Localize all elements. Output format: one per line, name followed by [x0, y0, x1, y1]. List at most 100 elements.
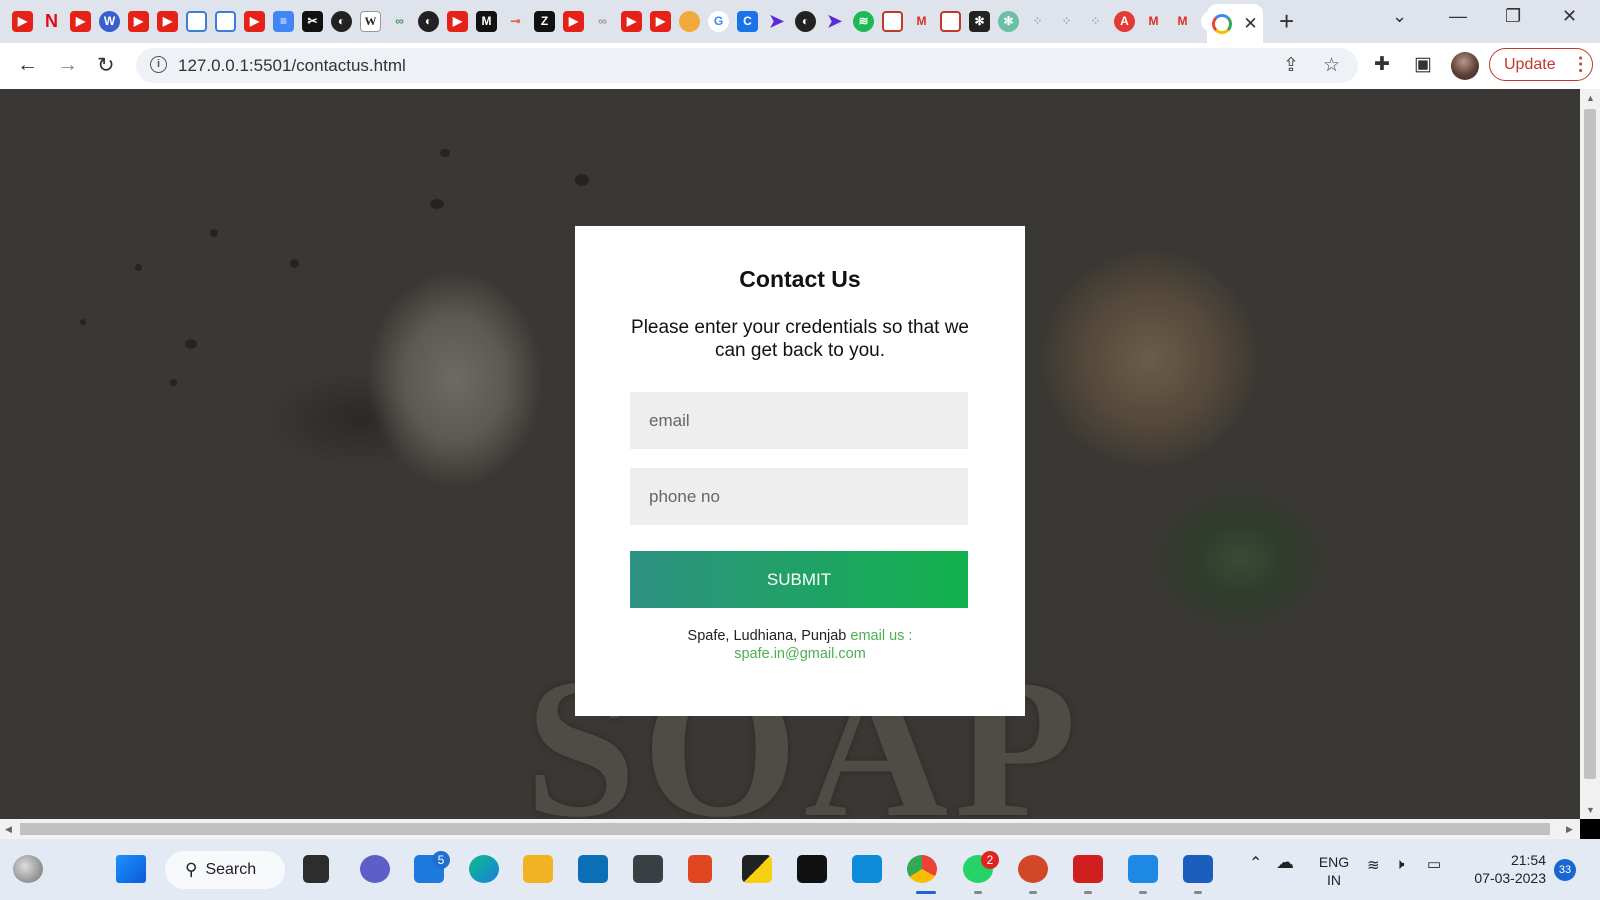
command-prompt-icon[interactable] [797, 855, 827, 883]
youtube-tab-icon[interactable]: ▶ [128, 10, 149, 32]
spotify-tab-icon[interactable]: ≋ [853, 10, 874, 32]
wordpress-tab-icon[interactable]: W [99, 10, 120, 32]
youtube-tab-icon[interactable]: ▶ [563, 10, 584, 32]
word-icon[interactable] [1183, 855, 1213, 883]
show-hidden-icons-chevron-icon[interactable]: ⌃ [1249, 855, 1262, 873]
share-icon[interactable]: ⇪ [1283, 54, 1299, 77]
bookmark-star-icon[interactable]: ☆ [1323, 54, 1340, 77]
onedrive-cloud-icon[interactable]: ☁ [1276, 853, 1294, 871]
back-icon[interactable]: ← [17, 53, 38, 77]
youtube-tab-icon[interactable]: ▶ [447, 10, 468, 32]
globe-tab-icon[interactable]: ◐ [331, 10, 352, 32]
profile-avatar[interactable] [1451, 52, 1479, 80]
windows-start-icon[interactable] [116, 855, 146, 883]
new-tab-icon[interactable]: + [1279, 6, 1294, 37]
dots-tab-icon[interactable]: ⁘ [1085, 11, 1106, 32]
youtube-tab-icon[interactable]: ▶ [621, 10, 642, 32]
sticky-notes-icon[interactable] [742, 855, 772, 883]
office-icon[interactable] [688, 855, 712, 883]
system-clock[interactable]: 21:54 07-03-2023 [1466, 851, 1546, 887]
address-bar[interactable]: i 127.0.0.1:5501/contactus.html ⇪ ☆ [136, 48, 1358, 83]
speaker-muted-icon[interactable]: 🕨 [1395, 856, 1404, 874]
infinity-tab-icon[interactable]: ∞ [592, 11, 613, 32]
file-explorer-icon[interactable] [523, 855, 553, 883]
zed-tab-icon[interactable]: Z [534, 10, 555, 32]
openai-tab-icon[interactable]: ✻ [969, 10, 990, 32]
powerpoint-icon[interactable] [1018, 855, 1048, 883]
arrow-tab-icon[interactable]: ➤ [766, 11, 787, 32]
acrobat-icon[interactable] [1073, 855, 1103, 883]
submit-button[interactable]: SUBMIT [630, 551, 968, 608]
scroll-left-arrow-icon[interactable]: ◀ [5, 824, 12, 835]
update-button[interactable]: Update ⋮ [1489, 48, 1593, 81]
medium-tab-icon[interactable]: M [476, 10, 497, 32]
widgets-icon[interactable] [13, 855, 43, 883]
codeforces-tab-icon[interactable]: A [1114, 10, 1135, 32]
edge-icon[interactable] [469, 855, 499, 883]
netflix-tab-icon[interactable]: N [41, 11, 62, 32]
c-tab-icon[interactable]: C [737, 10, 758, 32]
url-text[interactable]: 127.0.0.1:5501/contactus.html [178, 56, 406, 76]
link-tab-icon[interactable]: ⊸ [505, 11, 526, 32]
teams-chat-icon[interactable] [360, 855, 390, 883]
youtube-tab-icon[interactable]: ▶ [650, 10, 671, 32]
minimize-icon[interactable]: — [1449, 6, 1467, 27]
scroll-down-arrow-icon[interactable]: ▼ [1586, 805, 1595, 815]
extensions-puzzle-icon[interactable]: ✚ [1374, 53, 1390, 76]
task-view-icon[interactable] [303, 855, 329, 883]
globe-tab-icon[interactable]: ◐ [795, 10, 816, 32]
side-panel-icon[interactable]: ▣ [1414, 53, 1432, 76]
gmail-tab-icon[interactable]: M [1143, 11, 1164, 32]
window-close-icon[interactable]: ✕ [1562, 6, 1577, 27]
arrow-tab-icon[interactable]: ➤ [824, 11, 845, 32]
youtube-tab-icon[interactable]: ▶ [244, 10, 265, 32]
youtube-tab-icon[interactable]: ▶ [70, 10, 91, 32]
google-tab-icon[interactable]: G [708, 10, 729, 32]
vscode-icon[interactable] [1128, 855, 1158, 883]
youtube-tab-icon[interactable]: ▶ [157, 10, 178, 32]
chat-tab-icon[interactable] [186, 10, 207, 32]
scroll-right-arrow-icon[interactable]: ▶ [1566, 824, 1573, 835]
vertical-scroll-thumb[interactable] [1584, 109, 1596, 779]
avatar-tab-icon[interactable] [679, 10, 700, 32]
pocket-tab-icon[interactable] [882, 10, 903, 32]
forward-icon[interactable]: → [57, 53, 78, 77]
globe-tab-icon[interactable]: ◐ [418, 10, 439, 32]
email-field[interactable] [630, 392, 968, 449]
dell-icon[interactable] [578, 855, 608, 883]
chatgpt-tab-icon[interactable]: ✻ [998, 10, 1019, 32]
dots-tab-icon[interactable]: ⁘ [1056, 11, 1077, 32]
close-tab-icon[interactable]: ✕ [1243, 14, 1257, 34]
taskbar-search[interactable]: ⚲ Search [165, 851, 285, 889]
notification-count-badge[interactable]: 33 [1554, 859, 1576, 881]
docs-tab-icon[interactable]: ≡ [273, 10, 294, 32]
reload-icon[interactable]: ↻ [97, 53, 115, 78]
restore-icon[interactable]: ❐ [1505, 6, 1521, 27]
infinity-tab-icon[interactable]: ∞ [389, 11, 410, 32]
menu-kebab-icon[interactable]: ⋮ [1572, 54, 1590, 75]
active-tab[interactable]: ✕ [1207, 4, 1263, 43]
horizontal-scroll-thumb[interactable] [20, 823, 1550, 835]
chrome-icon[interactable] [907, 855, 937, 883]
chat-tab-icon[interactable] [215, 10, 236, 32]
wifi-icon[interactable]: ≋ [1367, 857, 1380, 875]
gmail-tab-icon[interactable]: M [911, 11, 932, 32]
gmail-tab-icon[interactable]: M [1172, 11, 1193, 32]
footer-email-link[interactable]: spafe.in@gmail.com [734, 646, 866, 662]
dots-tab-icon[interactable]: ⁘ [1027, 11, 1048, 32]
terminal-window-icon[interactable] [633, 855, 663, 883]
vertical-scrollbar[interactable]: ▲ ▼ [1580, 89, 1600, 819]
wikipedia-tab-icon[interactable]: W [360, 10, 381, 32]
language-indicator[interactable]: ENG IN [1316, 853, 1352, 889]
site-info-icon[interactable]: i [150, 56, 167, 73]
capcut-tab-icon[interactable]: ✂ [302, 10, 323, 32]
store-icon[interactable] [852, 855, 882, 883]
phone-field[interactable] [630, 468, 968, 525]
battery-icon[interactable]: ▭ [1427, 856, 1441, 874]
tab-search-chevron-icon[interactable]: ⌄ [1392, 6, 1407, 27]
youtube-tab-icon[interactable]: ▶ [12, 10, 33, 32]
horizontal-scrollbar[interactable]: ◀ ▶ [0, 819, 1580, 839]
scroll-up-arrow-icon[interactable]: ▲ [1586, 93, 1595, 103]
footer-email-label[interactable]: email us : [850, 628, 912, 644]
pocket-tab-icon[interactable] [940, 10, 961, 32]
